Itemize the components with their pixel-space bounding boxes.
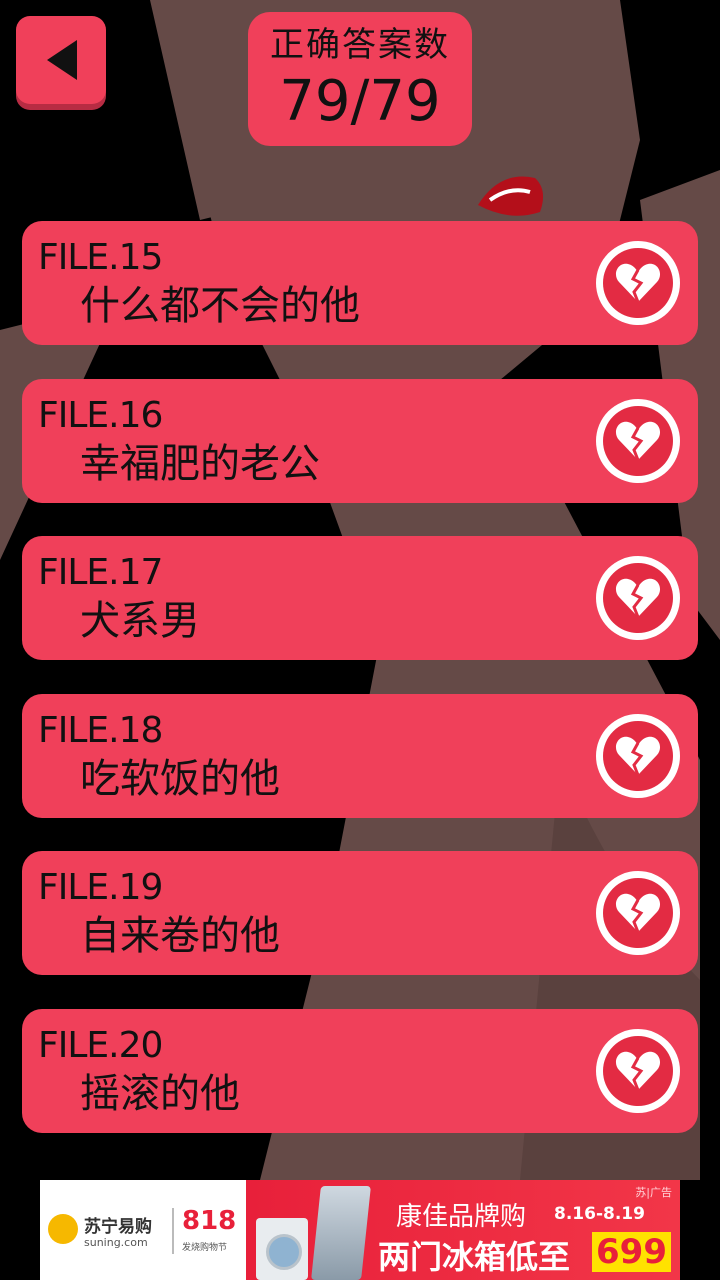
file-number: FILE.18 <box>38 709 163 751</box>
banner-ad[interactable]: 苏宁易购 suning.com 818 发烧购物节 苏|广告 康佳品牌购 8.1… <box>40 1180 680 1280</box>
broken-heart-icon <box>596 398 680 483</box>
broken-heart-icon <box>596 871 680 955</box>
ad-promo-section: 苏|广告 康佳品牌购 8.16-8.19 两门冰箱低至 699 <box>246 1180 680 1280</box>
ad-dates: 8.16-8.19 <box>554 1204 645 1224</box>
file-number: FILE.20 <box>38 1024 163 1066</box>
file-card[interactable]: FILE.17 犬系男 <box>22 536 698 660</box>
file-card[interactable]: FILE.16 幸福肥的老公 <box>22 378 698 503</box>
suning-logo-icon <box>48 1214 78 1244</box>
ad-headline: 康佳品牌购 <box>396 1202 527 1232</box>
file-card[interactable]: FILE.20 摇滚的他 <box>22 1008 698 1133</box>
ad-promo-number: 818 <box>182 1206 237 1236</box>
file-title: 幸福肥的老公 <box>80 440 320 487</box>
file-card[interactable]: FILE.19 自来卷的他 <box>22 851 698 975</box>
file-card[interactable]: FILE.18 吃软饭的他 <box>22 693 698 818</box>
file-number: FILE.15 <box>38 237 163 278</box>
back-button[interactable] <box>16 16 106 104</box>
ad-promo-subtitle: 发烧购物节 <box>182 1243 228 1253</box>
score-title: 正确答案数 <box>270 25 450 65</box>
back-triangle-icon <box>47 40 77 80</box>
file-number: FILE.19 <box>38 867 163 908</box>
correct-answers-counter: 正确答案数 79/79 <box>248 12 472 146</box>
broken-heart-icon <box>596 1028 680 1113</box>
ad-price: 699 <box>592 1232 671 1272</box>
file-title: 什么都不会的他 <box>80 283 360 329</box>
file-title: 犬系男 <box>80 598 200 644</box>
ad-tag: 苏|广告 <box>635 1186 672 1199</box>
ad-brand-section: 苏宁易购 suning.com 818 发烧购物节 <box>40 1180 246 1280</box>
ad-divider <box>172 1208 174 1254</box>
broken-heart-icon <box>596 556 680 640</box>
broken-heart-icon <box>596 241 680 325</box>
file-card[interactable]: FILE.15 什么都不会的他 <box>22 221 698 345</box>
file-title: 吃软饭的他 <box>80 755 280 802</box>
file-number: FILE.17 <box>38 552 163 593</box>
ad-brand-name: 苏宁易购 <box>84 1217 152 1237</box>
file-title: 摇滚的他 <box>80 1070 240 1117</box>
file-title: 自来卷的他 <box>80 913 280 959</box>
broken-heart-icon <box>596 713 680 798</box>
fridge-image <box>311 1186 371 1280</box>
ad-brand-url: suning.com <box>84 1236 148 1249</box>
file-number: FILE.16 <box>38 394 163 436</box>
washing-machine-image <box>256 1218 308 1280</box>
score-value: 79/79 <box>279 69 441 134</box>
ad-offer: 两门冰箱低至 <box>378 1238 571 1276</box>
